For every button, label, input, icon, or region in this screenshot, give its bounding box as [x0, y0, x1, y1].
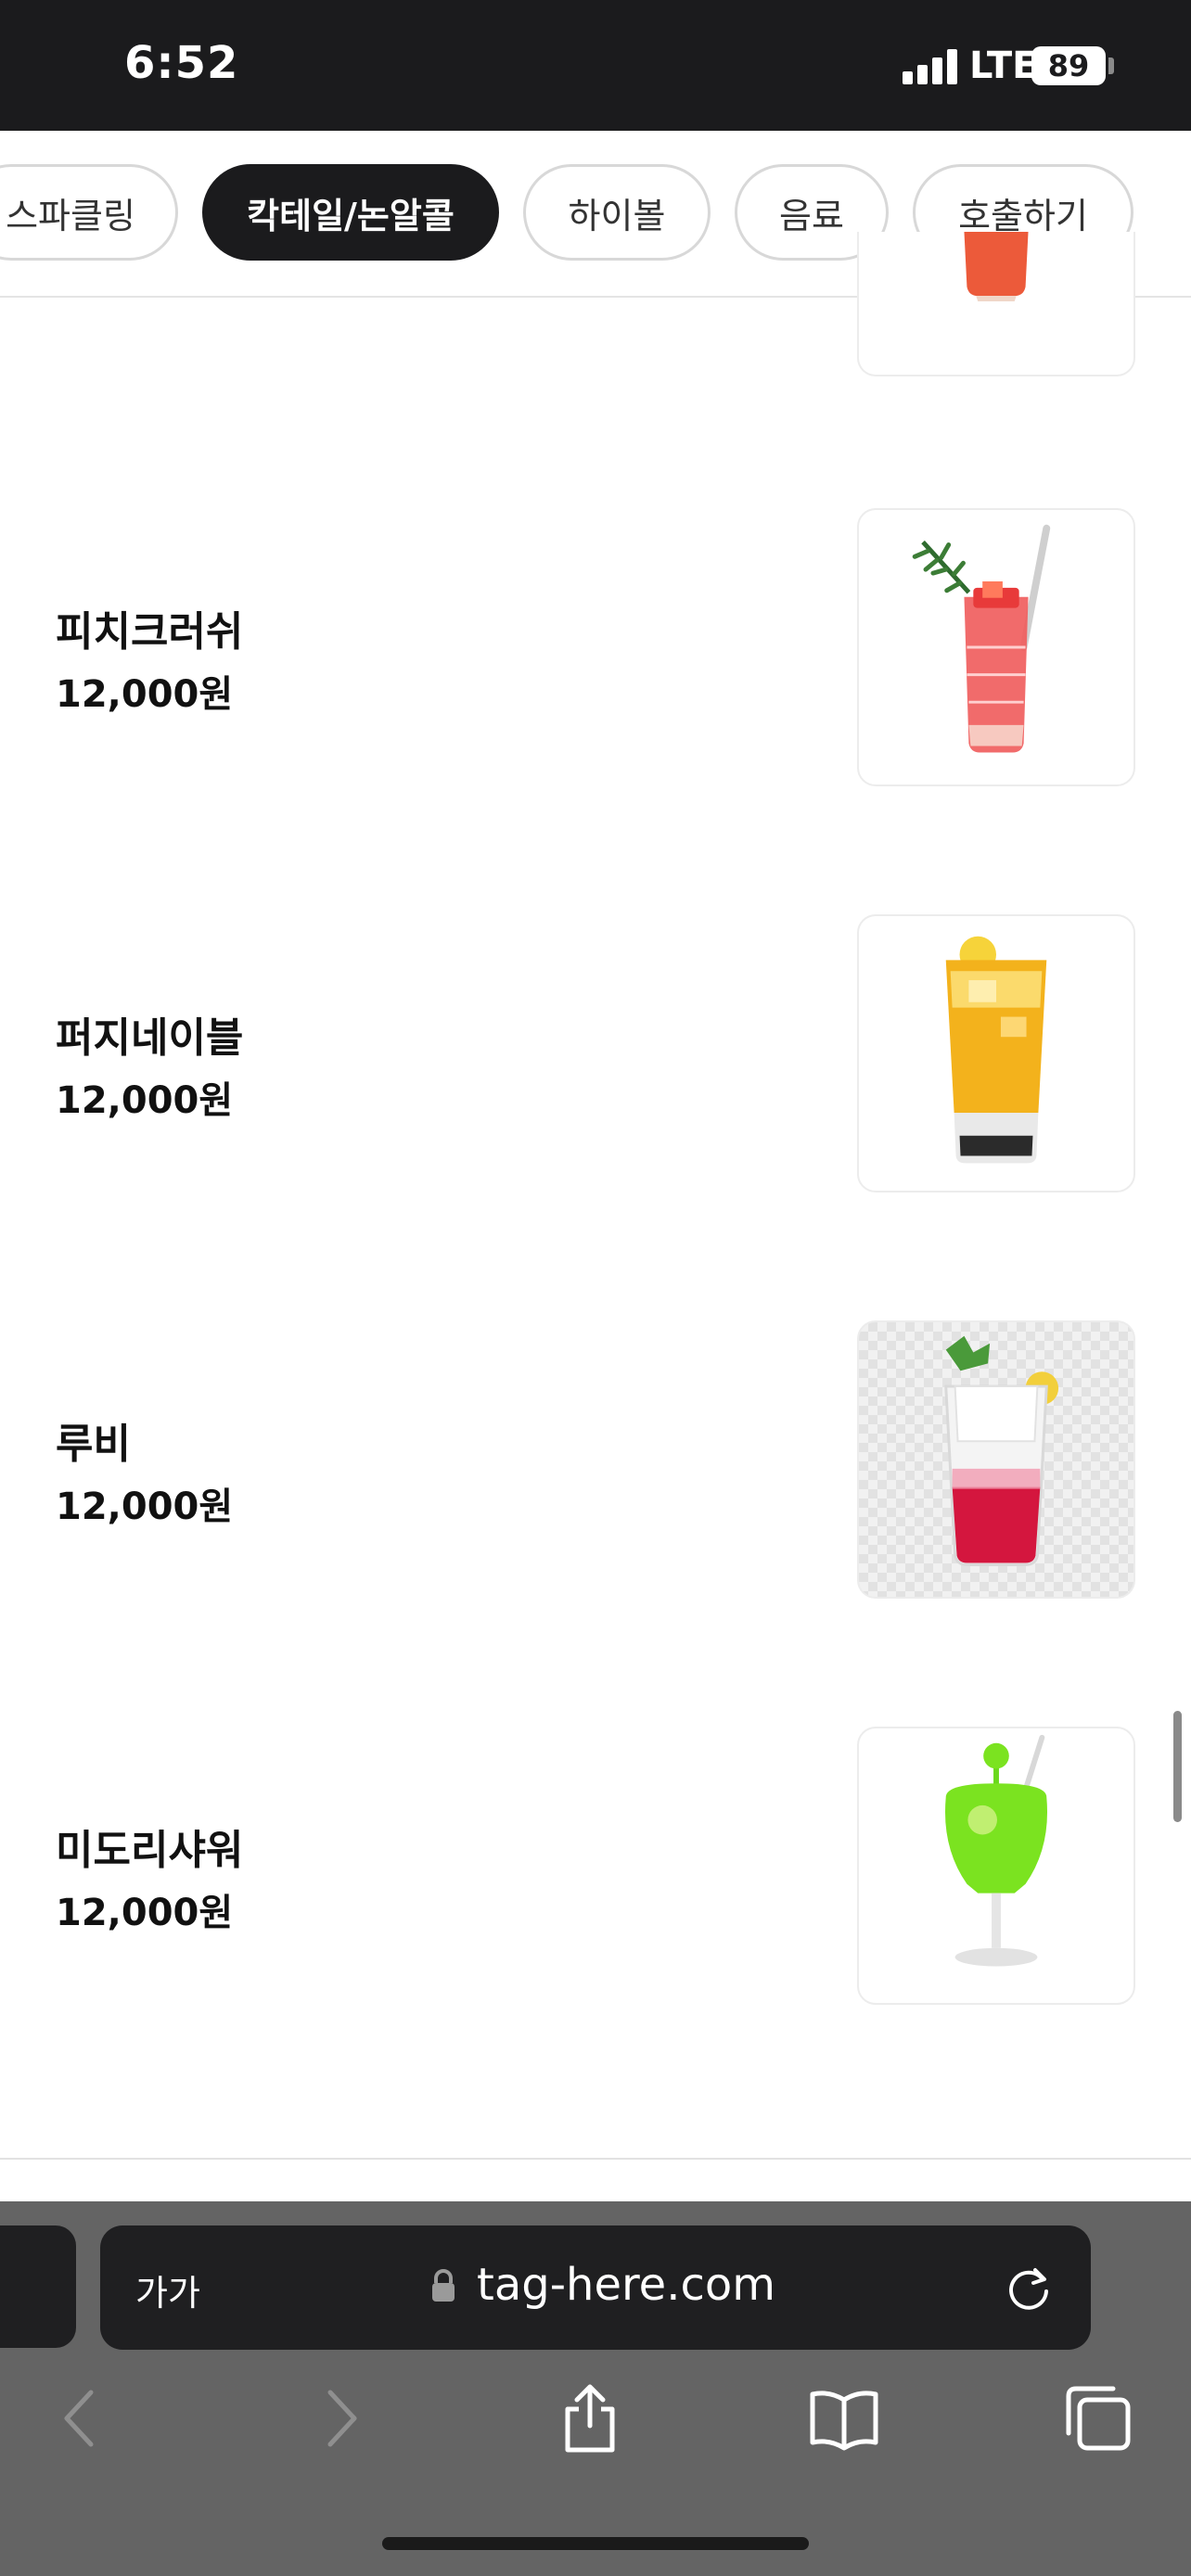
item-price: 12,000원 [56, 1486, 234, 1528]
item-price: 12,000원 [56, 673, 234, 716]
previous-tab[interactable] [0, 2225, 76, 2348]
tab-sparkling[interactable]: 스파클링 [0, 164, 178, 261]
battery-icon: 89 [1031, 46, 1106, 85]
menu-item-image[interactable] [857, 232, 1135, 376]
list-end-divider [0, 2158, 1191, 2160]
menu-item-image[interactable] [857, 1320, 1135, 1599]
forward-icon[interactable] [302, 2381, 377, 2455]
tab-cocktail[interactable]: 칵테일/논알콜 [202, 164, 499, 261]
menu-item-image[interactable] [857, 508, 1135, 786]
bookmarks-icon[interactable] [807, 2381, 881, 2455]
address-bar[interactable]: 가가 tag-here.com [100, 2225, 1091, 2350]
text-size-button[interactable]: 가가 [135, 2264, 200, 2315]
back-icon[interactable] [45, 2381, 119, 2455]
network-label: LTE [969, 45, 1038, 87]
url-text: tag-here.com [477, 2259, 775, 2311]
reload-icon[interactable] [1002, 2261, 1056, 2315]
tabs-icon[interactable] [1061, 2381, 1135, 2455]
item-name: 퍼지네이블 [56, 1014, 244, 1062]
item-name: 피치크러쉬 [56, 608, 244, 656]
share-icon[interactable] [553, 2381, 627, 2455]
home-indicator [382, 2537, 809, 2550]
signal-icon [903, 49, 958, 84]
tab-highball[interactable]: 하이볼 [523, 164, 711, 261]
menu-item-image[interactable] [857, 914, 1135, 1192]
item-price: 12,000원 [56, 1079, 234, 1122]
scrollbar[interactable] [1173, 1711, 1182, 1822]
lock-icon [432, 2269, 455, 2302]
menu-item-image[interactable] [857, 1727, 1135, 2005]
battery-tip [1108, 57, 1114, 74]
item-price: 12,000원 [56, 1892, 234, 1934]
status-time: 6:52 [124, 37, 239, 89]
item-name: 미도리샤워 [56, 1827, 244, 1874]
item-name: 루비 [56, 1421, 131, 1468]
status-bar: 6:52 LTE 89 [0, 0, 1191, 131]
